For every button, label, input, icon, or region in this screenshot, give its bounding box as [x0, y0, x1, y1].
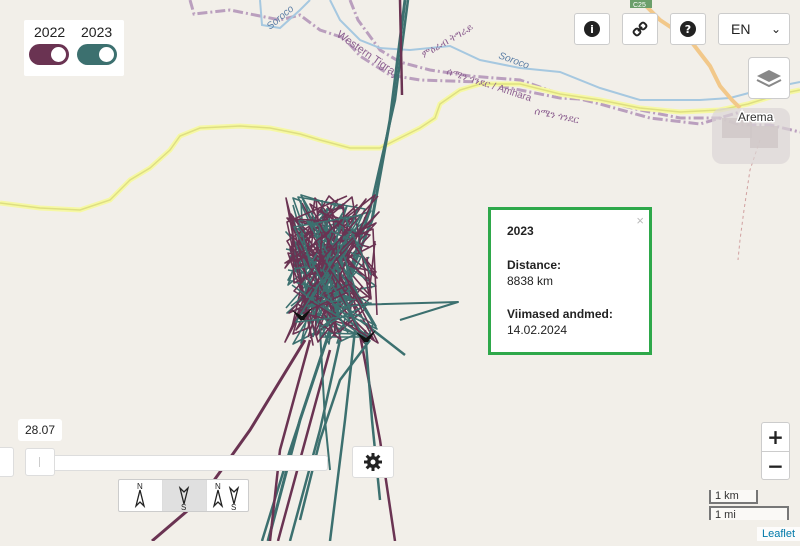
popup-close-button[interactable]: × — [636, 213, 644, 228]
info-button[interactable]: i — [574, 13, 610, 45]
scale-bar-mi: 1 mi — [709, 506, 789, 521]
time-slider-value: 28.07 — [18, 419, 62, 441]
svg-text:S: S — [181, 503, 186, 511]
zoom-control: + − — [761, 422, 790, 480]
track-2022-migration — [358, 334, 397, 542]
svg-text:N: N — [137, 482, 143, 491]
track-2023-migration — [328, 329, 357, 542]
road-label-soroco-2: Soroco — [497, 50, 531, 71]
time-slider-handle[interactable] — [25, 448, 55, 476]
attribution-link[interactable]: Leaflet — [756, 527, 800, 541]
scale-bar-km: 1 km — [709, 490, 758, 504]
chevron-down-icon: ⌄ — [770, 22, 781, 36]
toggle-knob — [51, 47, 66, 62]
direction-both-button[interactable]: N S — [207, 480, 250, 512]
help-icon: ? — [680, 21, 696, 37]
town-label-arema: Arema — [738, 110, 774, 124]
zoom-out-button[interactable]: − — [762, 452, 789, 480]
toggle-knob — [99, 47, 114, 62]
link-icon — [632, 21, 648, 37]
settings-button[interactable] — [352, 446, 394, 478]
popup-distance-value: 8838 km — [507, 274, 554, 288]
direction-filter-group: N S N S — [118, 479, 249, 512]
track-info-popup: × 2023 Distance: 8838 km Viimased andmed… — [488, 207, 652, 355]
region-label-western-tigray: Western Tigray — [334, 29, 402, 81]
main-road — [0, 81, 800, 213]
svg-text:N: N — [215, 482, 221, 491]
layers-icon — [756, 70, 782, 88]
direction-north-button[interactable]: N — [119, 480, 163, 511]
gear-icon — [364, 453, 382, 471]
year-2023-label: 2023 — [81, 24, 113, 40]
region-label-amharic: ሰሜን ጎንደር — [533, 106, 580, 126]
north-south-arrows-icon: N S — [212, 482, 240, 512]
help-button[interactable]: ? — [670, 13, 706, 45]
popup-last-data-label: Viimased andmed: — [507, 307, 613, 321]
year-2022-toggle[interactable] — [29, 44, 69, 65]
direction-south-button[interactable]: S — [163, 480, 207, 512]
language-select[interactable]: EN ⌄ — [718, 13, 790, 45]
year-filter-panel: 2022 2023 — [24, 20, 124, 76]
slider-prev-button[interactable] — [0, 447, 14, 477]
svg-text:S: S — [231, 503, 236, 511]
track-2022-migration — [398, 0, 404, 96]
zoom-in-button[interactable]: + — [762, 423, 789, 452]
language-value: EN — [731, 21, 751, 37]
info-icon: i — [584, 21, 600, 37]
south-arrow-icon: S — [178, 485, 190, 512]
time-slider-track[interactable] — [40, 455, 328, 471]
road-shield-label: C25 — [633, 2, 646, 9]
north-arrow-icon: N — [134, 482, 146, 509]
popup-last-data-value: 14.02.2024 — [507, 323, 568, 337]
popup-distance-label: Distance: — [507, 258, 562, 272]
popup-year: 2023 — [507, 224, 534, 238]
year-2023-toggle[interactable] — [77, 44, 117, 65]
year-2022-label: 2022 — [34, 24, 66, 40]
layers-button[interactable] — [748, 57, 790, 99]
share-link-button[interactable] — [622, 13, 658, 45]
